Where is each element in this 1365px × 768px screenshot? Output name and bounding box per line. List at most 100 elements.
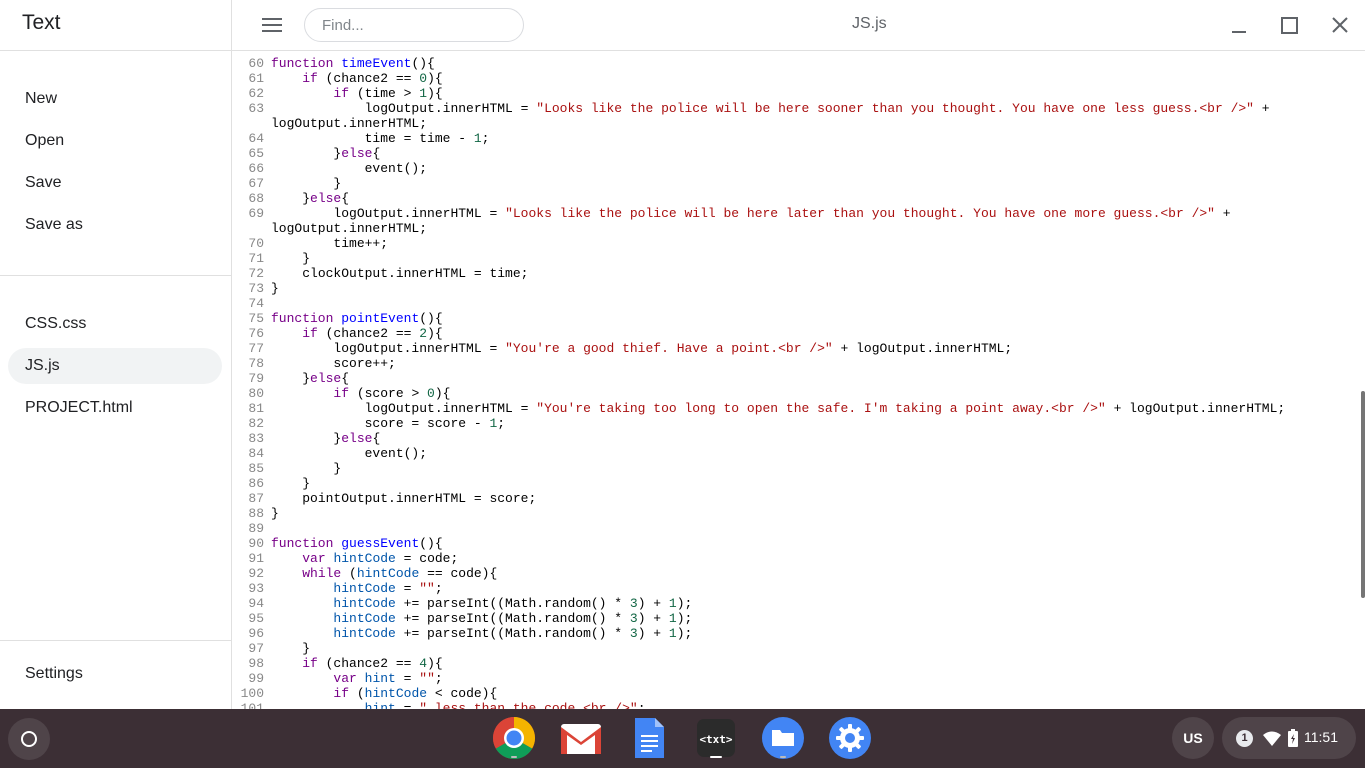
code-line: 86 } xyxy=(232,476,1352,491)
line-text: function pointEvent(){ xyxy=(271,311,443,326)
line-text: logOutput.innerHTML = "Looks like the po… xyxy=(271,206,1239,236)
line-number: 71 xyxy=(248,251,264,266)
line-text: hintCode = ""; xyxy=(333,581,443,596)
line-text: } xyxy=(271,281,279,296)
settings-button[interactable]: Settings xyxy=(8,656,222,692)
line-text: }else{ xyxy=(271,371,350,386)
line-number: 66 xyxy=(248,161,264,176)
code-lines: 60 function timeEvent(){61 if (chance2 ==… xyxy=(232,56,1352,709)
line-text: } xyxy=(271,176,342,191)
code-line: 91 var hintCode = code; xyxy=(232,551,1352,566)
line-text: }else{ xyxy=(271,146,381,161)
code-line: 95 hintCode += parseInt((Math.random() *… xyxy=(232,611,1352,626)
settings-icon[interactable] xyxy=(828,716,872,760)
line-text: if (time > 1){ xyxy=(333,86,443,101)
minimize-icon[interactable] xyxy=(1224,10,1254,40)
code-line: 70 time++; xyxy=(232,236,1352,251)
new-file-button[interactable]: New xyxy=(8,81,222,117)
code-line: 60 function timeEvent(){ xyxy=(232,56,1352,71)
docs-icon[interactable] xyxy=(627,716,671,760)
line-number: 64 xyxy=(248,131,264,146)
sidebar: Text New Open Save Save as CSS.css JS.js… xyxy=(0,0,232,709)
code-line: 99 var hint = ""; xyxy=(232,671,1352,686)
files-icon[interactable] xyxy=(761,716,805,760)
line-number: 90 xyxy=(248,536,264,551)
line-text: if (chance2 == 4){ xyxy=(302,656,443,671)
vertical-scrollbar[interactable] xyxy=(1361,391,1365,598)
code-editor[interactable]: 60 function timeEvent(){61 if (chance2 ==… xyxy=(232,51,1365,709)
code-line: 90 function guessEvent(){ xyxy=(232,536,1352,551)
code-line: 89 xyxy=(232,521,1352,536)
code-line: 93 hintCode = ""; xyxy=(232,581,1352,596)
code-line: 79 }else{ xyxy=(232,371,1352,386)
save-as-button[interactable]: Save as xyxy=(8,207,222,243)
line-text: time = time - 1; xyxy=(271,131,490,146)
shelf: <txt> US 1 11:51 xyxy=(0,709,1365,768)
line-number: 74 xyxy=(248,296,264,311)
line-number: 72 xyxy=(248,266,264,281)
close-icon[interactable] xyxy=(1325,10,1355,40)
file-item-project-html[interactable]: PROJECT.html xyxy=(8,390,222,426)
file-item-js[interactable]: JS.js xyxy=(8,348,222,384)
code-line: 101 hint = " less than the code.<br />"; xyxy=(232,701,1352,709)
line-number: 91 xyxy=(248,551,264,566)
line-number: 99 xyxy=(248,671,264,686)
code-line: 61 if (chance2 == 0){ xyxy=(232,71,1352,86)
line-number: 88 xyxy=(248,506,264,521)
line-number: 80 xyxy=(248,386,264,401)
line-number: 79 xyxy=(248,371,264,386)
line-text: logOutput.innerHTML = "You're taking too… xyxy=(271,401,1286,416)
code-line: 64 time = time - 1; xyxy=(232,131,1352,146)
code-line: 75 function pointEvent(){ xyxy=(232,311,1352,326)
clock: 11:51 xyxy=(1304,729,1338,745)
code-line: 87 pointOutput.innerHTML = score; xyxy=(232,491,1352,506)
open-file-button[interactable]: Open xyxy=(8,123,222,159)
file-title: JS.js xyxy=(852,15,887,32)
line-number: 76 xyxy=(248,326,264,341)
line-text: } xyxy=(271,641,311,656)
line-text: if (score > 0){ xyxy=(333,386,451,401)
text-app-icon[interactable]: <txt> xyxy=(694,716,738,760)
code-line: 94 hintCode += parseInt((Math.random() *… xyxy=(232,596,1352,611)
notification-count-badge: 1 xyxy=(1236,730,1253,747)
line-number: 87 xyxy=(248,491,264,506)
line-number: 62 xyxy=(248,86,264,101)
file-item-css[interactable]: CSS.css xyxy=(8,306,222,342)
code-line: 68 }else{ xyxy=(232,191,1352,206)
code-line: 97 } xyxy=(232,641,1352,656)
maximize-icon[interactable] xyxy=(1274,10,1304,40)
status-tray[interactable]: 1 11:51 xyxy=(1222,717,1356,759)
line-text: time++; xyxy=(271,236,389,251)
find-input[interactable] xyxy=(304,8,524,42)
launcher-button[interactable] xyxy=(8,718,50,760)
code-line: 92 while (hintCode == code){ xyxy=(232,566,1352,581)
line-number: 68 xyxy=(248,191,264,206)
line-number: 82 xyxy=(248,416,264,431)
code-line: 98 if (chance2 == 4){ xyxy=(232,656,1352,671)
line-number: 77 xyxy=(248,341,264,356)
gmail-icon[interactable] xyxy=(559,716,603,760)
line-number: 70 xyxy=(248,236,264,251)
line-text: } xyxy=(271,461,342,476)
ime-menu-button[interactable]: US xyxy=(1172,717,1214,759)
app-title: Text xyxy=(22,11,61,34)
code-line: 67 } xyxy=(232,176,1352,191)
svg-text:<txt>: <txt> xyxy=(699,733,732,746)
battery-icon xyxy=(1288,729,1298,747)
line-text: while (hintCode == code){ xyxy=(302,566,498,581)
line-number: 89 xyxy=(248,521,264,536)
save-button[interactable]: Save xyxy=(8,165,222,201)
line-text: clockOutput.innerHTML = time; xyxy=(271,266,529,281)
launcher-circle-icon xyxy=(21,731,37,747)
line-text: if (chance2 == 0){ xyxy=(302,71,443,86)
line-text: logOutput.innerHTML = "You're a good thi… xyxy=(271,341,1013,356)
line-number: 83 xyxy=(248,431,264,446)
hamburger-menu-icon[interactable] xyxy=(262,15,284,35)
line-text: hintCode += parseInt((Math.random() * 3)… xyxy=(333,611,693,626)
line-number: 84 xyxy=(248,446,264,461)
line-number: 60 xyxy=(248,56,264,71)
code-line: 66 event(); xyxy=(232,161,1352,176)
line-number: 94 xyxy=(248,596,264,611)
chrome-icon[interactable] xyxy=(492,716,536,760)
line-text: event(); xyxy=(271,446,428,461)
